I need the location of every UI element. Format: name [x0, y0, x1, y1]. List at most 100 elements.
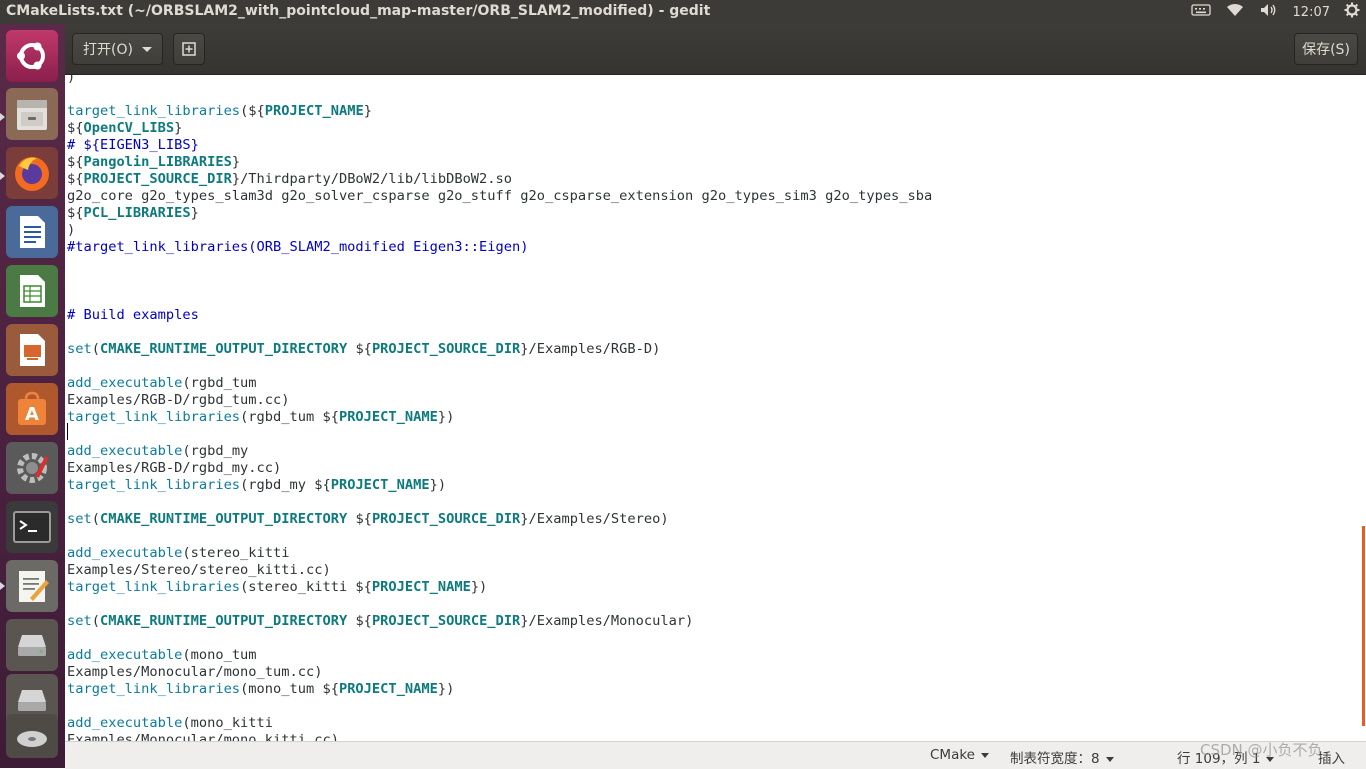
code-line[interactable]: ${OpenCV_LIBS}: [67, 120, 182, 137]
code-line[interactable]: g2o_core g2o_types_slam3d g2o_solver_csp…: [67, 188, 932, 205]
code-token: g2o_core g2o_types_slam3d g2o_solver_csp…: [67, 188, 933, 204]
code-token: PROJECT_NAME: [371, 579, 471, 595]
language-label: CMake: [930, 747, 975, 763]
chevron-down-icon: [141, 46, 152, 52]
code-line[interactable]: target_link_libraries(rgbd_tum ${PROJECT…: [67, 409, 454, 426]
code-token: }: [190, 205, 199, 221]
code-token: (${: [240, 103, 265, 119]
ubuntu-logo-icon[interactable]: [6, 30, 58, 82]
code-token: ${: [67, 154, 84, 170]
code-line[interactable]: add_executable(stereo_kitti: [67, 545, 290, 562]
code-token: target_link_libraries: [67, 477, 241, 493]
code-token: }: [363, 103, 372, 119]
firefox-icon[interactable]: [6, 147, 58, 199]
code-line[interactable]: set(CMAKE_RUNTIME_OUTPUT_DIRECTORY ${PRO…: [67, 613, 693, 630]
wifi-icon[interactable]: [1225, 2, 1245, 22]
code-token: Pangolin_LIBRARIES: [83, 154, 232, 170]
code-token: (rgbd_my: [182, 443, 249, 459]
code-line[interactable]: Examples/Monocular/mono_kitti.cc): [67, 732, 339, 741]
gear-icon[interactable]: [1344, 2, 1360, 22]
code-token: set: [67, 613, 92, 629]
window-title: CMakeLists.txt (~/ORBSLAM2_with_pointclo…: [6, 3, 711, 19]
drive-icon[interactable]: [6, 619, 58, 671]
tab-width-label: 制表符宽度：8: [1010, 751, 1100, 767]
code-line[interactable]: add_executable(rgbd_tum: [67, 375, 257, 392]
code-token: (mono_tum: [182, 647, 257, 663]
code-token: set: [67, 341, 92, 357]
code-token: }/Examples/RGB-D): [520, 341, 661, 357]
code-line[interactable]: add_executable(mono_kitti: [67, 715, 273, 732]
code-token: PROJECT_NAME: [264, 103, 364, 119]
terminal-icon[interactable]: [6, 501, 58, 553]
code-token: add_executable: [67, 443, 183, 459]
code-line[interactable]: #target_link_libraries(ORB_SLAM2_modifie…: [67, 239, 528, 256]
code-line[interactable]: Examples/RGB-D/rgbd_tum.cc): [67, 392, 290, 409]
code-token: Examples/Monocular/mono_tum.cc): [67, 664, 323, 680]
svg-text:A: A: [25, 404, 39, 425]
code-line[interactable]: set(CMAKE_RUNTIME_OUTPUT_DIRECTORY ${PRO…: [67, 511, 669, 528]
code-token: target_link_libraries: [67, 409, 241, 425]
code-token: target_link_libraries: [67, 103, 241, 119]
code-token: }/Thirdparty/DBoW2/lib/libDBoW2.so: [231, 171, 513, 187]
code-line[interactable]: add_executable(mono_tum: [67, 647, 257, 664]
code-line[interactable]: # Build examples: [67, 307, 199, 324]
code-token: (rgbd_tum: [182, 375, 257, 391]
launcher: A: [0, 24, 65, 768]
code-line[interactable]: target_link_libraries(mono_tum ${PROJECT…: [67, 681, 454, 698]
code-line[interactable]: # ${EIGEN3_LIBS}: [67, 137, 199, 154]
code-line[interactable]: target_link_libraries(rgbd_my ${PROJECT_…: [67, 477, 446, 494]
disc-icon[interactable]: [6, 714, 58, 758]
save-button[interactable]: 保存(S): [1294, 33, 1358, 65]
language-selector[interactable]: CMake: [930, 747, 989, 763]
code-token: PROJECT_NAME: [338, 409, 438, 425]
clock[interactable]: 12:07: [1293, 5, 1330, 20]
code-line[interactable]: ): [67, 222, 75, 239]
software-center-icon[interactable]: A: [6, 383, 58, 435]
code-line[interactable]: add_executable(rgbd_my: [67, 443, 248, 460]
code-token: add_executable: [67, 715, 183, 731]
code-token: }): [437, 681, 455, 697]
impress-presentation-icon[interactable]: [6, 324, 58, 376]
code-token: PROJECT_SOURCE_DIR: [83, 171, 232, 187]
code-token: target_link_libraries: [67, 681, 241, 697]
code-line[interactable]: ${Pangolin_LIBRARIES}: [67, 154, 240, 171]
code-token: Examples/RGB-D/rgbd_tum.cc): [67, 392, 290, 408]
code-token: Examples/RGB-D/rgbd_my.cc): [67, 460, 282, 476]
code-token: PROJECT_SOURCE_DIR: [371, 613, 521, 629]
code-token: (mono_kitti: [182, 715, 274, 731]
code-token: (rgbd_my ${: [240, 477, 331, 493]
code-token: add_executable: [67, 545, 183, 561]
text-editor-icon[interactable]: [6, 560, 58, 612]
new-tab-button[interactable]: [173, 33, 205, 65]
code-line[interactable]: set(CMAKE_RUNTIME_OUTPUT_DIRECTORY ${PRO…: [67, 341, 660, 358]
code-line[interactable]: target_link_libraries(stereo_kitti ${PRO…: [67, 579, 487, 596]
code-line[interactable]: ${PCL_LIBRARIES}: [67, 205, 199, 222]
code-line[interactable]: Examples/RGB-D/rgbd_my.cc): [67, 460, 281, 477]
code-token: ${: [347, 511, 372, 527]
code-token: Examples/Stereo/stereo_kitti.cc): [67, 562, 331, 578]
tab-width-selector[interactable]: 制表符宽度：8: [1010, 747, 1114, 767]
open-button[interactable]: 打开(O): [72, 33, 163, 65]
volume-icon[interactable]: [1259, 2, 1279, 22]
code-token: ): [67, 75, 76, 85]
calc-spreadsheet-icon[interactable]: [6, 265, 58, 317]
code-token: ): [67, 222, 76, 238]
code-token: target_link_libraries: [67, 579, 241, 595]
code-line[interactable]: ${PROJECT_SOURCE_DIR}/Thirdparty/DBoW2/l…: [67, 171, 512, 188]
file-cabinet-icon[interactable]: [6, 88, 58, 140]
keyboard-icon[interactable]: [1190, 3, 1211, 21]
code-line[interactable]: Examples/Stereo/stereo_kitti.cc): [67, 562, 331, 579]
code-line[interactable]: target_link_libraries(${PROJECT_NAME}: [67, 103, 372, 120]
code-token: PROJECT_SOURCE_DIR: [371, 341, 521, 357]
code-token: OpenCV_LIBS: [83, 120, 175, 136]
text-editor-area[interactable]: ) target_link_libraries(${PROJECT_NAME} ${…: [65, 75, 1363, 741]
system-settings-icon[interactable]: [6, 442, 58, 494]
code-token: add_executable: [67, 375, 183, 391]
code-line[interactable]: ): [67, 75, 75, 86]
writer-document-icon[interactable]: [6, 206, 58, 258]
code-line[interactable]: Examples/Monocular/mono_tum.cc): [67, 664, 322, 681]
scrollbar-indicator[interactable]: [1362, 526, 1365, 726]
code-token: PROJECT_SOURCE_DIR: [371, 511, 521, 527]
code-token: }): [429, 477, 447, 493]
code-token: #target_link_libraries(ORB_SLAM2_modifie…: [67, 239, 529, 255]
